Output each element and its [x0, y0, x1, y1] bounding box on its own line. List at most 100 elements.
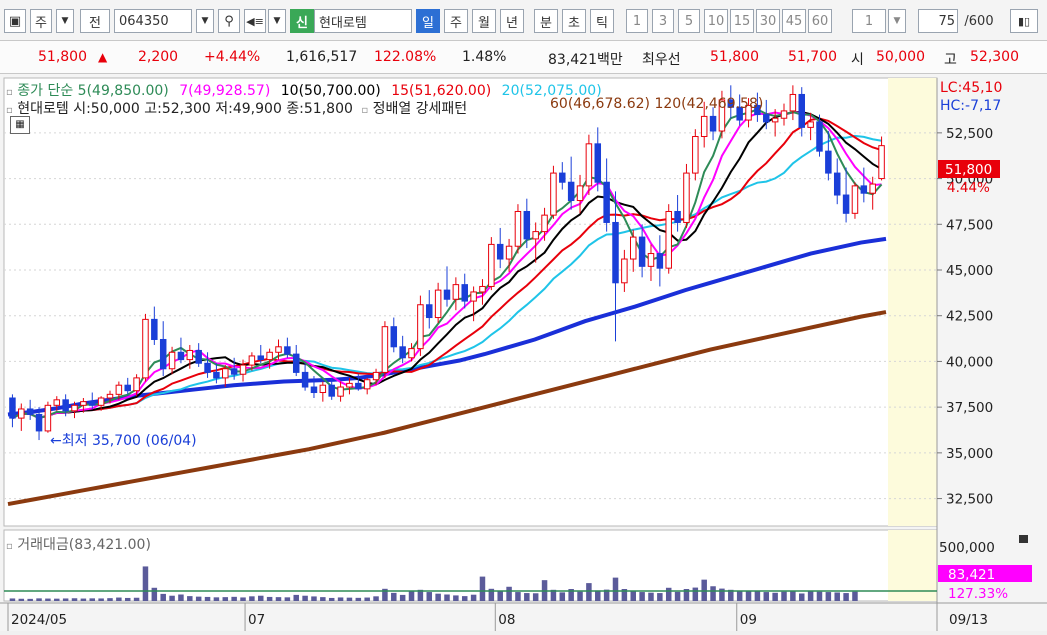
candle-body	[80, 401, 87, 406]
volume-bar	[320, 597, 326, 601]
candle-body	[833, 172, 841, 196]
priority-label: 최우선	[642, 52, 681, 68]
price-chart[interactable]: 52,50050,00047,50045,00042,50040,00037,5…	[0, 74, 1047, 631]
interval-15[interactable]: 15	[730, 9, 754, 33]
market-selector[interactable]: 주	[30, 9, 52, 33]
period-tab-month[interactable]: 월	[472, 9, 496, 33]
price-tick-label: 47,500	[946, 217, 993, 233]
ma10-label[interactable]: 10(50,700.00)	[281, 83, 381, 99]
candle-body	[337, 386, 344, 397]
interval-3-label: 3	[658, 13, 668, 29]
code-dropdown-icon[interactable]: ▼	[196, 9, 214, 33]
interval-10[interactable]: 10	[704, 9, 728, 33]
candle-body	[851, 185, 859, 214]
volume-tag-value: 83,421	[948, 567, 995, 583]
period-tab-year[interactable]: 년	[500, 9, 524, 33]
volume-bar	[169, 595, 175, 601]
chevron-down-icon[interactable]: ▼	[56, 9, 74, 33]
speaker-dropdown-icon[interactable]: ▼	[268, 9, 286, 33]
period-tab-week[interactable]: 주	[444, 9, 468, 33]
volume-bar	[213, 597, 220, 601]
volume-bar	[532, 593, 539, 601]
jeon-button[interactable]: 전	[80, 9, 110, 33]
candle-body	[390, 326, 398, 348]
volume-bar	[187, 596, 193, 601]
multiplier-input[interactable]: 1	[852, 9, 886, 33]
volume-bar	[231, 596, 237, 601]
speaker-icon[interactable]: ◀≡	[244, 9, 266, 33]
candle-body	[133, 377, 140, 392]
period-month-label: 월	[478, 15, 490, 31]
period-minute-label: 분	[540, 15, 552, 31]
ohlc-text: 현대로템 시:50,000 고:52,300 저:49,900 종:51,800	[17, 101, 353, 117]
search-icon[interactable]: ⚲	[218, 9, 240, 33]
price-tick-label: 40,000	[946, 354, 993, 370]
volume-bar	[639, 592, 645, 601]
volume-bar	[266, 596, 273, 601]
lc-value: LC:45,10	[940, 80, 1003, 96]
volume-bar	[515, 592, 521, 601]
candle-body	[780, 110, 788, 119]
candle-body	[62, 399, 69, 412]
period-tab-second[interactable]: 초	[562, 9, 586, 33]
volume-bar	[311, 596, 317, 601]
jeon-label: 전	[89, 15, 101, 31]
interval-5[interactable]: 5	[678, 9, 700, 33]
trade-amount: 83,421백만	[548, 52, 623, 68]
candle-body	[381, 326, 389, 373]
interval-10-label: 10	[707, 13, 725, 29]
candle-body	[869, 183, 876, 194]
interval-45-label: 45	[785, 13, 803, 29]
ma5-label[interactable]: 5(49,850.00)	[78, 83, 169, 99]
interval-45[interactable]: 45	[782, 9, 806, 33]
window-icon[interactable]: ▣	[4, 9, 26, 33]
interval-60[interactable]: 60	[808, 9, 832, 33]
bar-count-input[interactable]: 75	[918, 9, 958, 33]
volume-bar	[763, 592, 770, 601]
multiplier-dropdown-icon[interactable]: ▼	[888, 9, 906, 33]
volume-bar	[36, 598, 42, 601]
high-price: 52,300	[970, 49, 1019, 65]
candle-body	[186, 349, 194, 361]
candle-body	[700, 115, 708, 138]
ma7-label[interactable]: 7(49,928.57)	[179, 83, 270, 99]
volume-bar	[674, 591, 681, 601]
table-icon[interactable]: ▦	[10, 116, 30, 134]
stock-code-input[interactable]: 064350	[114, 9, 192, 33]
candle-body	[239, 364, 247, 375]
candle-body	[399, 346, 406, 359]
volume-legend-label: 거래대금(83,421.00)	[17, 537, 151, 553]
candle-body	[346, 382, 353, 388]
candle-body	[505, 245, 513, 260]
candle-body	[44, 404, 52, 432]
volume-panel-close-icon[interactable]	[1019, 535, 1028, 543]
period-tab-minute[interactable]: 분	[534, 9, 558, 33]
period-tab-tick[interactable]: 틱	[590, 9, 614, 33]
candle-body	[434, 289, 442, 319]
period-tab-day[interactable]: 일	[416, 9, 440, 33]
bar-count-total-label: /600	[964, 13, 994, 29]
candle-body	[860, 185, 868, 194]
chart-settings-icon[interactable]: ▮▯	[1010, 9, 1038, 33]
stock-name-field[interactable]: 현대로템	[314, 9, 412, 33]
volume-bar	[612, 577, 619, 601]
interval-1[interactable]: 1	[626, 9, 648, 33]
candle-body	[355, 382, 362, 390]
bar-count-value: 75	[938, 13, 955, 29]
interval-3[interactable]: 3	[652, 9, 674, 33]
candle-body	[417, 304, 424, 350]
price-tag-value: 51,800	[945, 162, 992, 178]
chart-area[interactable]: 52,500 50,000 47,500 45,000 42,500 40,000 37,5…	[0, 74, 1047, 631]
interval-5-label: 5	[684, 13, 694, 29]
date-tick-label: 2024/05	[11, 612, 67, 628]
ma15-label[interactable]: 15(51,620.00)	[391, 83, 491, 99]
candle-body	[151, 318, 158, 340]
volume-bar	[524, 593, 530, 601]
volume-bar	[18, 598, 25, 601]
candle-body	[692, 136, 699, 174]
candle-body	[319, 384, 327, 394]
candle-body	[816, 121, 823, 152]
candle-body	[292, 353, 300, 373]
interval-30[interactable]: 30	[756, 9, 780, 33]
volume-bar	[124, 597, 131, 601]
